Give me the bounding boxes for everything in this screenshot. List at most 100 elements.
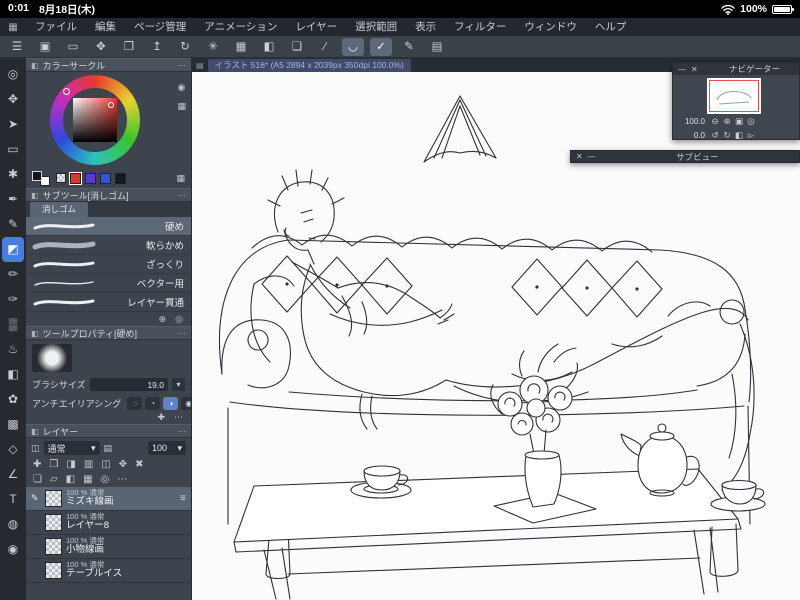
pencil-tool-icon[interactable]: ✏ xyxy=(0,262,26,287)
brush-tool-icon[interactable]: ✑ xyxy=(0,287,26,312)
subtool-item[interactable]: レイヤー貫通 xyxy=(26,293,191,312)
subtool-group-tab[interactable]: 消しゴム xyxy=(30,202,89,217)
lock-layer-icon[interactable]: ◧ xyxy=(66,474,75,485)
layer-move-icon[interactable]: ✥ xyxy=(90,38,112,56)
selection-tool-icon[interactable]: ▭ xyxy=(0,137,26,162)
aa-strong[interactable]: ◉ xyxy=(181,397,191,410)
navigator-view-frame[interactable] xyxy=(709,80,759,112)
layer-move-icon[interactable]: ✥ xyxy=(119,459,127,470)
marquee-icon[interactable]: ▭ xyxy=(62,38,84,56)
panel-more-icon[interactable]: ⋯ xyxy=(178,61,186,70)
brush-size-slider[interactable]: 19.0 xyxy=(89,378,168,391)
brush-size-dropdown-icon[interactable]: ▾ xyxy=(172,378,185,391)
enable-mask-icon[interactable]: ◎ xyxy=(101,474,110,485)
blend-mode-select[interactable]: 通常 ▾ xyxy=(43,441,100,455)
import-icon[interactable]: ❒ xyxy=(118,38,140,56)
aa-none[interactable]: ◌ xyxy=(127,397,143,410)
flip-horizontal-icon[interactable]: ◧ xyxy=(733,130,745,141)
curve-line-icon[interactable]: ◡ xyxy=(342,37,364,56)
airbrush-tool-icon[interactable]: ▒ xyxy=(0,312,26,337)
lasso-tool-icon[interactable]: ✱ xyxy=(0,162,26,187)
subtool-item[interactable]: ベクター用 xyxy=(26,274,191,293)
merge-down-icon[interactable]: ▥ xyxy=(84,459,93,470)
saturation-value-square[interactable] xyxy=(73,98,117,142)
export-icon[interactable]: ↥ xyxy=(146,38,168,56)
new-layer-icon[interactable]: ✚ xyxy=(33,459,41,470)
layer-thumbnail[interactable] xyxy=(45,490,62,507)
reset-rotation-icon[interactable]: ▻ xyxy=(745,130,757,141)
move-tool-icon[interactable]: ✥ xyxy=(0,87,26,112)
transfer-icon[interactable]: ◨ xyxy=(66,459,75,470)
layer-row[interactable]: ✎ 100 % 通常 ミズキ線画 ≡ xyxy=(26,487,191,511)
workspace-panel-icon[interactable]: ▤ xyxy=(426,38,448,56)
decoration-tool-icon[interactable]: ✿ xyxy=(0,387,26,412)
text-tool-icon[interactable]: T xyxy=(0,487,26,512)
straight-line-icon[interactable]: ∕ xyxy=(314,38,336,56)
swatch-red[interactable] xyxy=(69,171,82,185)
new-folder-icon[interactable]: ❒ xyxy=(49,459,58,470)
app-grid-icon[interactable]: ▦ xyxy=(0,22,26,33)
gradient-tool-icon[interactable]: ▩ xyxy=(0,412,26,437)
navigator-title-bar[interactable]: — ✕ ナビゲーター xyxy=(673,63,799,75)
layer-row[interactable]: ✎ 100 % 通常 レイヤー8 ≡ xyxy=(26,511,191,535)
color-wheel[interactable] xyxy=(50,75,140,165)
aa-weak[interactable]: ◔ xyxy=(145,397,161,410)
special-ruler-icon[interactable]: ✳ xyxy=(202,38,224,56)
object-tool-icon[interactable]: ➤ xyxy=(0,112,26,137)
add-setting-icon[interactable]: ✚ xyxy=(157,412,165,423)
subview-title-bar[interactable]: ✕ — サブビュー xyxy=(571,151,799,162)
menu-item[interactable]: ファイル xyxy=(26,18,86,36)
clip-at-layer-icon[interactable]: ❏ xyxy=(33,474,42,485)
menu-item[interactable]: 選択範囲 xyxy=(346,18,406,36)
layer-thumbnail[interactable] xyxy=(45,562,62,579)
minimize-icon[interactable]: — xyxy=(588,152,596,161)
aa-middle[interactable]: ◑ xyxy=(163,397,179,410)
detail-settings-icon[interactable]: ⋯ xyxy=(174,412,183,423)
zoom-out-icon[interactable]: ⊖ xyxy=(709,116,721,127)
panel-more-icon[interactable]: ⋯ xyxy=(178,427,186,436)
color-set-icon[interactable]: ▦ xyxy=(177,101,186,112)
object-select-icon[interactable]: ▣ xyxy=(34,38,56,56)
eraser-tool-icon[interactable]: ◩ xyxy=(2,237,24,262)
layer-panel-header[interactable]: ◧ レイヤー ⋯ xyxy=(26,424,191,438)
actual-size-icon[interactable]: ◎ xyxy=(745,116,757,127)
panel-more-icon[interactable]: ⋯ xyxy=(178,329,186,338)
figure-tool-icon[interactable]: ◇ xyxy=(0,437,26,462)
rotate-ccw-icon[interactable]: ↺ xyxy=(709,130,721,141)
layer-opacity-field[interactable]: 100 ▾ xyxy=(148,441,186,455)
hue-marker[interactable] xyxy=(63,88,70,95)
blend-tool-icon[interactable]: ♨ xyxy=(0,337,26,362)
color-panel-header[interactable]: ◧ カラーサークル ⋯ xyxy=(26,58,191,72)
ruler-tool-icon[interactable]: ∠ xyxy=(0,462,26,487)
minimize-icon[interactable]: — xyxy=(678,65,686,74)
swatch-black[interactable] xyxy=(115,172,126,184)
main-color[interactable] xyxy=(32,170,42,181)
subtool-item[interactable]: ざっくり xyxy=(26,255,191,274)
tab-list-icon[interactable]: ▤ xyxy=(196,61,204,70)
eyedropper-tool-icon[interactable]: ✒ xyxy=(0,187,26,212)
layer-row[interactable]: ✎ 100 % 通常 小物線画 ≡ xyxy=(26,535,191,559)
menu-item[interactable]: ヘルプ xyxy=(586,18,636,36)
bucket-icon[interactable]: ◧ xyxy=(258,38,280,56)
subtool-item[interactable]: 軟らかめ xyxy=(26,236,191,255)
sv-marker[interactable] xyxy=(108,102,114,108)
lock-alpha-icon[interactable]: ▦ xyxy=(83,474,92,485)
subtool-panel-header[interactable]: ◧ サブツール[消しゴム] ⋯ xyxy=(26,188,191,202)
swatch-grid-icon[interactable]: ▦ xyxy=(176,173,185,184)
pen-tool-icon[interactable]: ✎ xyxy=(0,212,26,237)
close-icon[interactable]: ✕ xyxy=(576,152,583,161)
fg-bg-colors[interactable] xyxy=(32,170,50,186)
layer-more-icon[interactable]: ⋯ xyxy=(117,474,127,485)
menu-item[interactable]: 編集 xyxy=(86,18,125,36)
swatch-blue[interactable] xyxy=(100,172,111,184)
search-subtool-icon[interactable]: ◎ xyxy=(175,314,183,325)
reference-layer-icon[interactable]: ▱ xyxy=(50,474,58,485)
close-icon[interactable]: ✕ xyxy=(691,65,698,74)
delete-layer-icon[interactable]: ✖ xyxy=(135,459,143,470)
fill-tool-icon[interactable]: ◧ xyxy=(0,362,26,387)
navigator-preview[interactable] xyxy=(707,78,761,114)
layer-mask-icon[interactable]: ◫ xyxy=(101,459,110,470)
menu-item[interactable]: フィルター xyxy=(445,18,515,36)
menu-item[interactable]: ページ管理 xyxy=(125,18,195,36)
zoom-tool-icon[interactable]: ◎ xyxy=(0,62,26,87)
